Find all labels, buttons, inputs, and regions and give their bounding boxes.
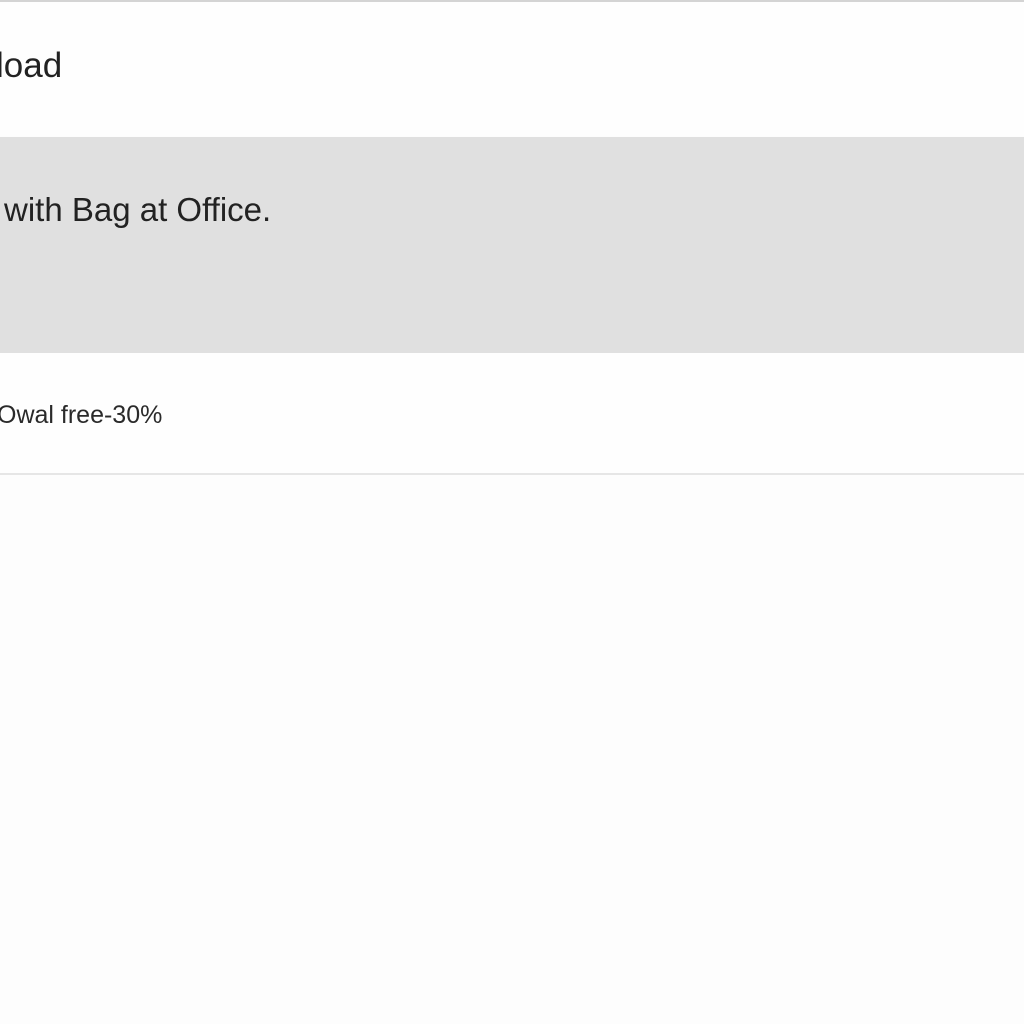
list-item-text: Owal free-30%	[0, 401, 163, 429]
list-item-selected[interactable]: with Bag at Office.	[0, 137, 1024, 353]
header-row: load	[0, 2, 1024, 136]
list-item[interactable]: Owal free-30%	[0, 353, 1024, 475]
list-item-text: with Bag at Office.	[4, 191, 272, 228]
header-title: load	[0, 46, 63, 85]
